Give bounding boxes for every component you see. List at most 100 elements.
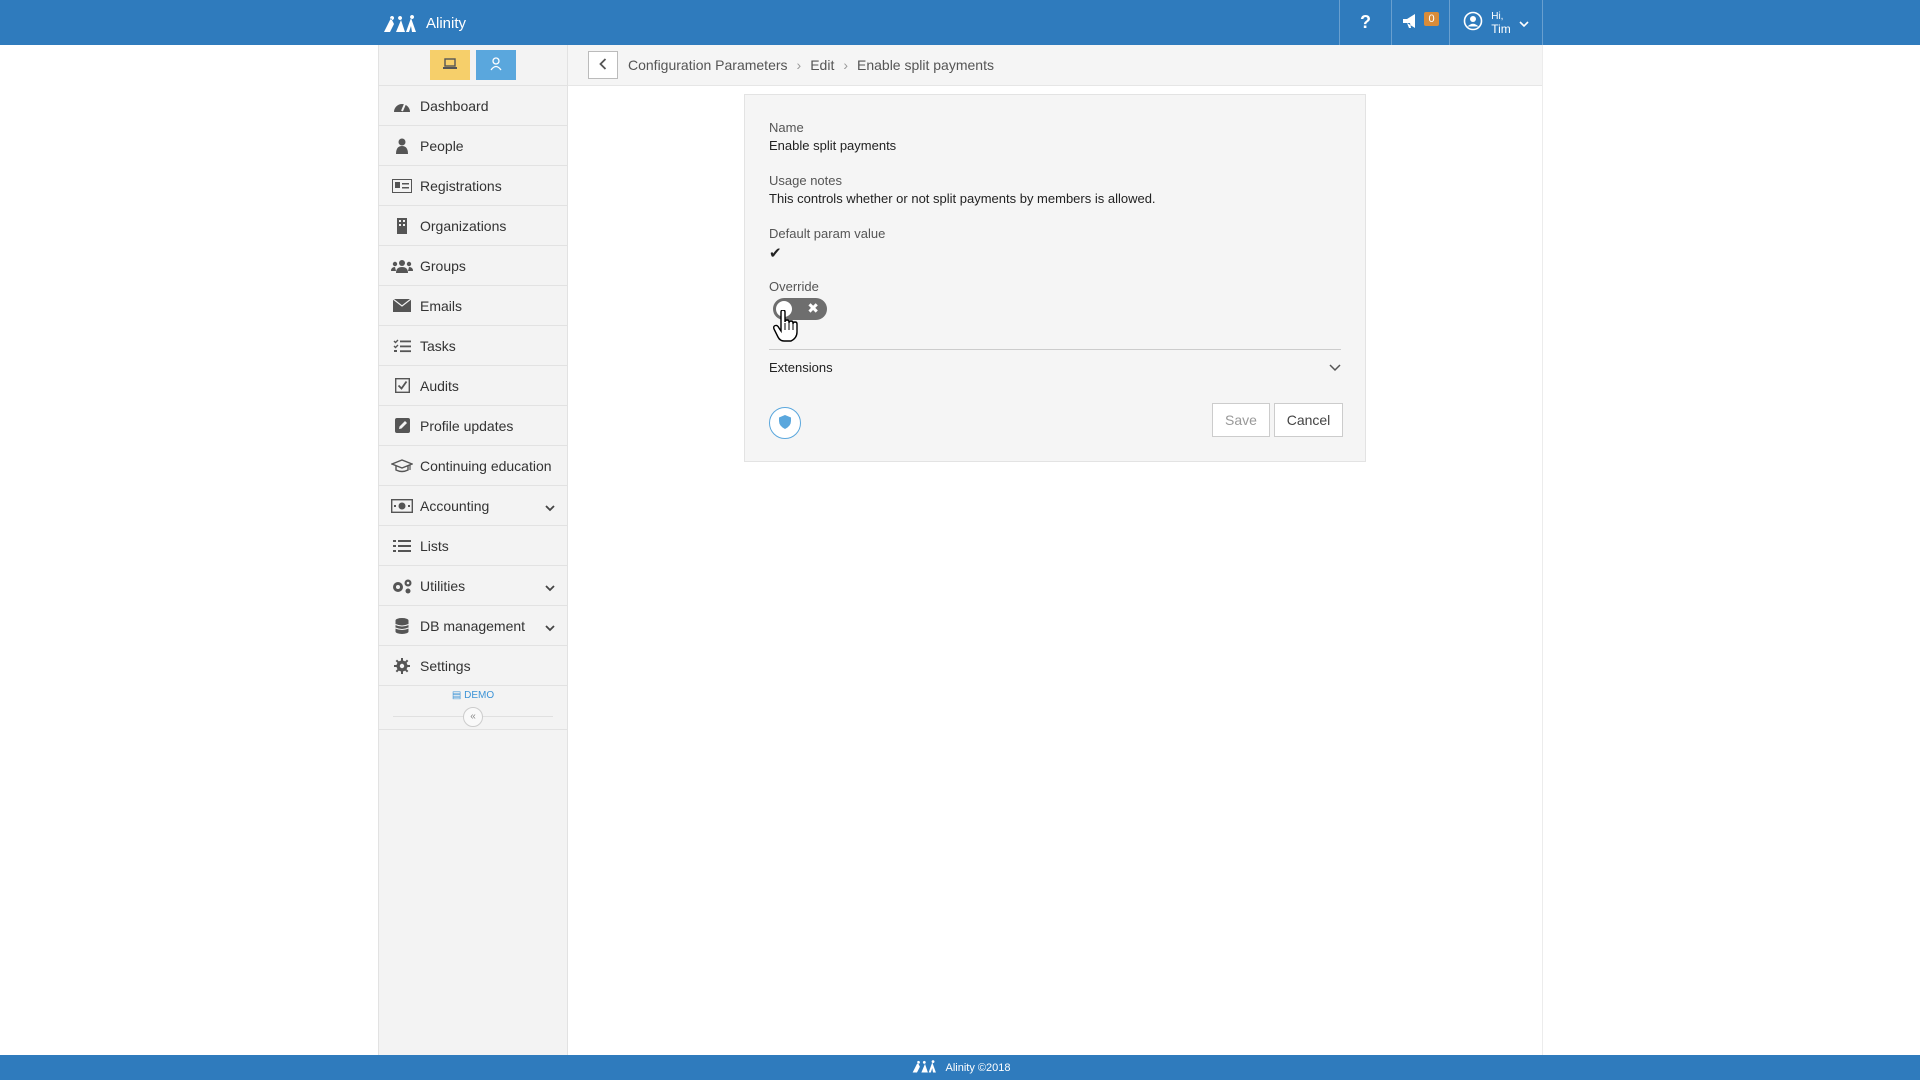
sidebar-item-continuing-education[interactable]: Continuing education bbox=[379, 446, 567, 486]
sidebar-collapse-row: « bbox=[379, 704, 567, 730]
sidebar-item-accounting[interactable]: Accounting bbox=[379, 486, 567, 526]
greeting-text: Hi, bbox=[1491, 10, 1504, 22]
building-icon bbox=[391, 217, 413, 235]
question-icon: ? bbox=[1360, 12, 1371, 32]
gear-icon bbox=[391, 657, 413, 675]
sidebar-item-label: Organizations bbox=[420, 217, 507, 234]
checkbox-icon bbox=[391, 377, 413, 395]
laptop-icon bbox=[442, 57, 458, 73]
sidebar-item-tasks[interactable]: Tasks bbox=[379, 326, 567, 366]
sidebar-item-label: Audits bbox=[420, 377, 459, 394]
tasks-icon bbox=[391, 337, 413, 355]
usage-notes-value: This controls whether or not split payme… bbox=[769, 191, 1156, 206]
close-icon: ✖ bbox=[807, 300, 819, 316]
security-button[interactable] bbox=[769, 407, 801, 439]
sidebar-item-emails[interactable]: Emails bbox=[379, 286, 567, 326]
id-card-icon bbox=[391, 177, 413, 195]
user-name: Tim bbox=[1491, 21, 1511, 36]
user-greeting: Hi, Tim bbox=[1491, 11, 1511, 35]
sidebar-item-profile-updates[interactable]: Profile updates bbox=[379, 406, 567, 446]
default-value-field: Default param value ✔ bbox=[769, 226, 885, 262]
sidebar-item-registrations[interactable]: Registrations bbox=[379, 166, 567, 206]
breadcrumb-configuration-parameters[interactable]: Configuration Parameters bbox=[628, 57, 788, 73]
user-menu-button[interactable]: Hi, Tim bbox=[1449, 0, 1543, 45]
demo-label: DEMO bbox=[464, 690, 495, 701]
name-field: Name Enable split payments bbox=[769, 120, 896, 153]
sidebar-item-label: Dashboard bbox=[420, 97, 489, 114]
help-button[interactable]: ? bbox=[1339, 0, 1391, 45]
sidebar-item-label: Profile updates bbox=[420, 417, 514, 434]
mode-switch bbox=[379, 45, 567, 86]
chevron-down-icon[interactable] bbox=[545, 579, 555, 595]
chevron-left-icon bbox=[599, 57, 607, 73]
user-circle-icon bbox=[1463, 11, 1483, 34]
app-name: Alinity bbox=[426, 14, 467, 32]
sidebar-item-label: Groups bbox=[420, 257, 466, 274]
sidebar: Dashboard People Registrations Organizat… bbox=[378, 45, 568, 1055]
sidebar-item-organizations[interactable]: Organizations bbox=[379, 206, 567, 246]
collapse-sidebar-button[interactable]: « bbox=[463, 706, 483, 727]
alinity-logo-icon bbox=[910, 1058, 940, 1077]
edit-icon bbox=[391, 417, 413, 435]
breadcrumb-separator: › bbox=[796, 57, 802, 73]
back-button[interactable] bbox=[588, 51, 618, 79]
sidebar-item-groups[interactable]: Groups bbox=[379, 246, 567, 286]
breadcrumb: Configuration Parameters › Edit › Enable… bbox=[628, 57, 994, 73]
chevron-down-icon bbox=[1329, 360, 1341, 375]
alinity-logo-icon bbox=[382, 12, 420, 34]
default-value-label: Default param value bbox=[769, 226, 886, 241]
list-icon bbox=[391, 537, 413, 555]
database-icon bbox=[391, 617, 413, 635]
sidebar-item-label: Emails bbox=[420, 297, 463, 314]
sidebar-item-label: Continuing education bbox=[420, 457, 552, 474]
sidebar-item-dashboard[interactable]: Dashboard bbox=[379, 86, 567, 126]
breadcrumb-separator: › bbox=[843, 57, 848, 73]
sidebar-item-label: Accounting bbox=[420, 497, 490, 514]
envelope-icon bbox=[391, 297, 413, 315]
database-icon: ▤ bbox=[451, 690, 465, 701]
content-border bbox=[1542, 45, 1543, 1055]
dashboard-icon bbox=[391, 97, 413, 115]
person-icon bbox=[391, 137, 413, 155]
save-button[interactable]: Save bbox=[1212, 403, 1270, 437]
hand-cursor-icon bbox=[773, 309, 799, 345]
user-mode-button[interactable] bbox=[476, 50, 516, 80]
sidebar-item-label: Lists bbox=[420, 537, 449, 554]
sidebar-item-utilities[interactable]: Utilities bbox=[379, 566, 567, 606]
override-label: Override bbox=[769, 279, 819, 294]
cancel-button[interactable]: Cancel bbox=[1274, 403, 1343, 437]
footer-text: Alinity ©2018 bbox=[945, 1061, 1011, 1074]
notification-count-badge: 0 bbox=[1424, 11, 1439, 26]
megaphone-icon bbox=[1402, 13, 1420, 32]
extensions-toggle[interactable]: Extensions bbox=[769, 349, 1341, 385]
app-logo[interactable]: Alinity bbox=[382, 9, 466, 37]
sidebar-item-label: People bbox=[420, 137, 464, 154]
name-value: Enable split payments bbox=[769, 138, 897, 153]
extensions-label: Extensions bbox=[769, 359, 833, 375]
shield-icon bbox=[779, 414, 791, 432]
override-field: Override bbox=[769, 279, 819, 294]
breadcrumb-edit[interactable]: Edit bbox=[810, 57, 834, 73]
parameter-edit-card: Name Enable split payments Usage notes T… bbox=[744, 94, 1366, 462]
chevron-down-icon[interactable] bbox=[545, 499, 555, 515]
sidebar-item-people[interactable]: People bbox=[379, 126, 567, 166]
sidebar-item-db-management[interactable]: DB management bbox=[379, 606, 567, 646]
desktop-mode-button[interactable] bbox=[430, 50, 470, 80]
money-icon bbox=[391, 497, 413, 515]
chevron-down-icon bbox=[1519, 15, 1529, 31]
chevron-down-icon[interactable] bbox=[545, 619, 555, 635]
sidebar-item-label: DB management bbox=[420, 617, 526, 634]
cogs-icon bbox=[391, 577, 413, 595]
user-icon bbox=[490, 56, 502, 74]
name-label: Name bbox=[769, 120, 804, 135]
sidebar-item-settings[interactable]: Settings bbox=[379, 646, 567, 686]
top-bar: Alinity ? 0 Hi, Tim bbox=[0, 0, 1920, 45]
sidebar-item-lists[interactable]: Lists bbox=[379, 526, 567, 566]
sidebar-item-label: Utilities bbox=[420, 577, 466, 594]
usage-notes-label: Usage notes bbox=[769, 173, 842, 188]
breadcrumb-bar: Configuration Parameters › Edit › Enable… bbox=[568, 45, 1542, 86]
sidebar-item-audits[interactable]: Audits bbox=[379, 366, 567, 406]
sidebar-item-label: Settings bbox=[420, 657, 471, 674]
notifications-button[interactable]: 0 bbox=[1391, 0, 1449, 45]
demo-indicator: ▤ DEMO bbox=[379, 686, 567, 704]
